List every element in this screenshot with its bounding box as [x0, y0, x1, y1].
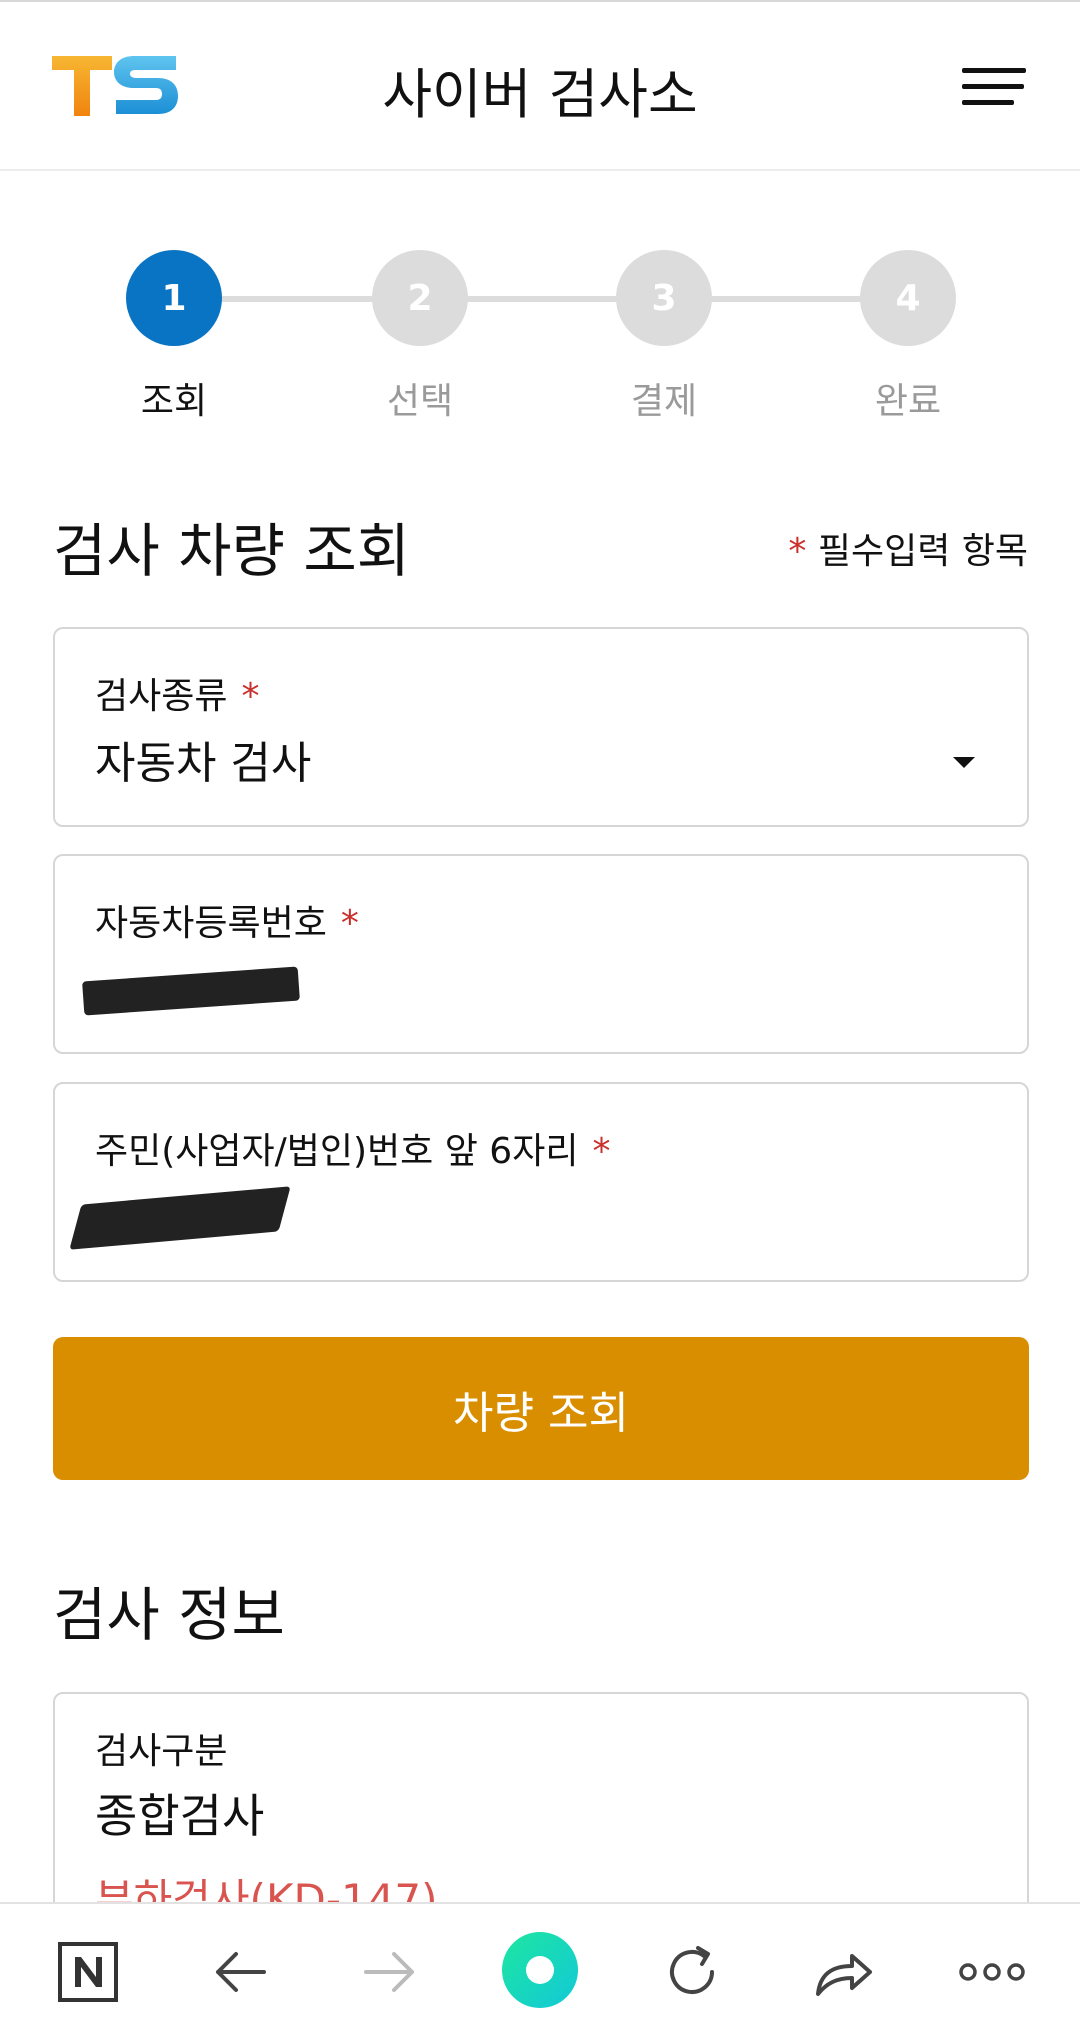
required-note-text: 필수입력 항목	[817, 531, 1028, 572]
resident-number-label: 주민(사업자/법인)번호 앞 6자리 *	[95, 1131, 611, 1172]
step-1-label: 조회	[140, 381, 208, 422]
step-2-label: 선택	[386, 381, 454, 422]
registration-number-label: 자동차등록번호 *	[95, 903, 359, 944]
redacted-value	[82, 966, 300, 1016]
forward-arrow-icon[interactable]	[350, 1932, 430, 2012]
refresh-icon[interactable]	[652, 1932, 732, 2012]
app-header: 사이버 검사소	[0, 0, 1080, 171]
back-arrow-icon[interactable]	[200, 1932, 280, 2012]
inspection-info-card: 검사구분 종합검사 부하검사(KD-147)	[53, 1692, 1029, 1912]
app-title: 사이버 검사소	[382, 63, 698, 126]
registration-number-field[interactable]: 자동차등록번호 *	[53, 854, 1029, 1054]
step-3-label: 결제	[630, 381, 698, 422]
step-4-circle: 4	[860, 250, 956, 346]
naver-home-icon[interactable]	[48, 1932, 128, 2012]
info-section-title: 검사 정보	[53, 1581, 285, 1649]
required-star: *	[788, 531, 807, 572]
inspection-type-label: 검사종류 *	[95, 676, 260, 717]
redacted-value	[69, 1186, 291, 1250]
step-2-circle: 2	[372, 250, 468, 346]
inspection-category-value: 종합검사	[95, 1789, 265, 1843]
inspection-category-label: 검사구분	[95, 1731, 228, 1772]
vehicle-lookup-button[interactable]: 차량 조회	[53, 1337, 1029, 1480]
inspection-type-value: 자동차 검사	[95, 738, 312, 789]
step-4-label: 완료	[874, 381, 942, 422]
required-fields-note: * 필수입력 항목	[788, 522, 1028, 574]
lookup-section-title: 검사 차량 조회	[53, 517, 411, 585]
share-icon[interactable]	[802, 1932, 882, 2012]
more-icon[interactable]	[952, 1932, 1032, 2012]
stepper-line	[175, 296, 925, 302]
browser-bottom-bar	[0, 1902, 1080, 2032]
hamburger-menu-icon[interactable]	[962, 64, 1028, 110]
resident-number-field[interactable]: 주민(사업자/법인)번호 앞 6자리 *	[53, 1082, 1029, 1282]
inspection-type-select[interactable]: 검사종류 * 자동차 검사	[53, 627, 1029, 827]
step-1-circle: 1	[126, 250, 222, 346]
step-3-circle: 3	[616, 250, 712, 346]
chevron-down-icon[interactable]	[953, 757, 975, 768]
green-dot-icon[interactable]	[500, 1930, 580, 2010]
page: 사이버 검사소 1 2 3 4 조회 선택 결제 완료 검사 차량 조회 * 필…	[0, 0, 1080, 2032]
